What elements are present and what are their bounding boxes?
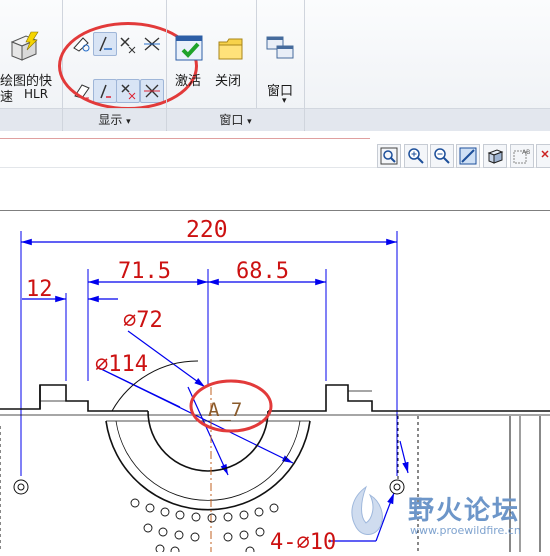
dim-220[interactable]: 220: [186, 217, 228, 243]
watermark-url: www.proewildfire.cn: [410, 524, 521, 537]
activate-label[interactable]: 激活: [175, 70, 201, 89]
zoom-out-button[interactable]: [430, 144, 454, 168]
forum-logo-icon: [351, 485, 383, 535]
group-bar-right: [305, 108, 550, 131]
display-style-button[interactable]: [483, 144, 507, 168]
annotation-display-icon: AB: [513, 149, 530, 164]
activate-window-icon[interactable]: [174, 34, 206, 70]
zoom-in-button[interactable]: [404, 144, 428, 168]
watermark-text: 野火论坛: [408, 496, 521, 526]
group-display-label: 显示: [98, 113, 123, 127]
repaint-button[interactable]: [456, 144, 480, 168]
group-display[interactable]: 显示 ▾: [63, 108, 166, 131]
group-window-dropdown-icon: ▾: [247, 117, 252, 127]
zoom-out-icon: [434, 148, 450, 164]
dim-68-5[interactable]: 68.5: [236, 259, 289, 284]
dim-phi72[interactable]: ∅72: [123, 308, 163, 333]
group-window-label: 窗口: [219, 113, 244, 127]
zoom-fit-icon: [380, 147, 398, 165]
ribbon: 绘图的快 速 HLR 激活 关闭 窗口 ▾ 显示 ▾ 窗口 ▾: [0, 0, 550, 131]
group-window[interactable]: 窗口 ▾: [167, 108, 304, 131]
close-icon: [541, 150, 549, 158]
svg-text:AB: AB: [522, 149, 530, 156]
cube-icon: [487, 149, 504, 164]
group-display-dropdown-icon: ▾: [126, 117, 131, 127]
window-label[interactable]: 窗口: [267, 80, 293, 99]
window-dropdown-icon[interactable]: ▾: [282, 96, 287, 106]
hlr-sublabel[interactable]: HLR: [24, 87, 48, 101]
dim-71-5[interactable]: 71.5: [118, 259, 171, 284]
dim-12[interactable]: 12: [26, 277, 53, 302]
dim-4phi10[interactable]: 4-∅10: [270, 530, 336, 555]
zoom-in-icon: [408, 148, 424, 164]
annotation-display-button[interactable]: AB: [510, 144, 534, 168]
dim-phi114[interactable]: ∅114: [95, 352, 148, 377]
close-label[interactable]: 关闭: [215, 70, 241, 89]
datum-label[interactable]: A_7: [208, 399, 242, 421]
drawing-canvas[interactable]: 220 71.5 68.5 12 ∅72 ∅114 4-∅10 A_7 野火论坛…: [0, 210, 550, 556]
more-tools-button[interactable]: [536, 144, 550, 168]
group-bar-left: [0, 108, 62, 131]
drawing-border-line: [0, 138, 370, 139]
close-window-icon[interactable]: [216, 34, 246, 68]
window-icon[interactable]: [266, 36, 294, 68]
hlr-cube-icon[interactable]: [6, 30, 40, 68]
zoom-fit-button[interactable]: [377, 144, 401, 168]
repaint-icon: [459, 147, 477, 165]
hlr-label-line2[interactable]: 速: [0, 86, 13, 105]
